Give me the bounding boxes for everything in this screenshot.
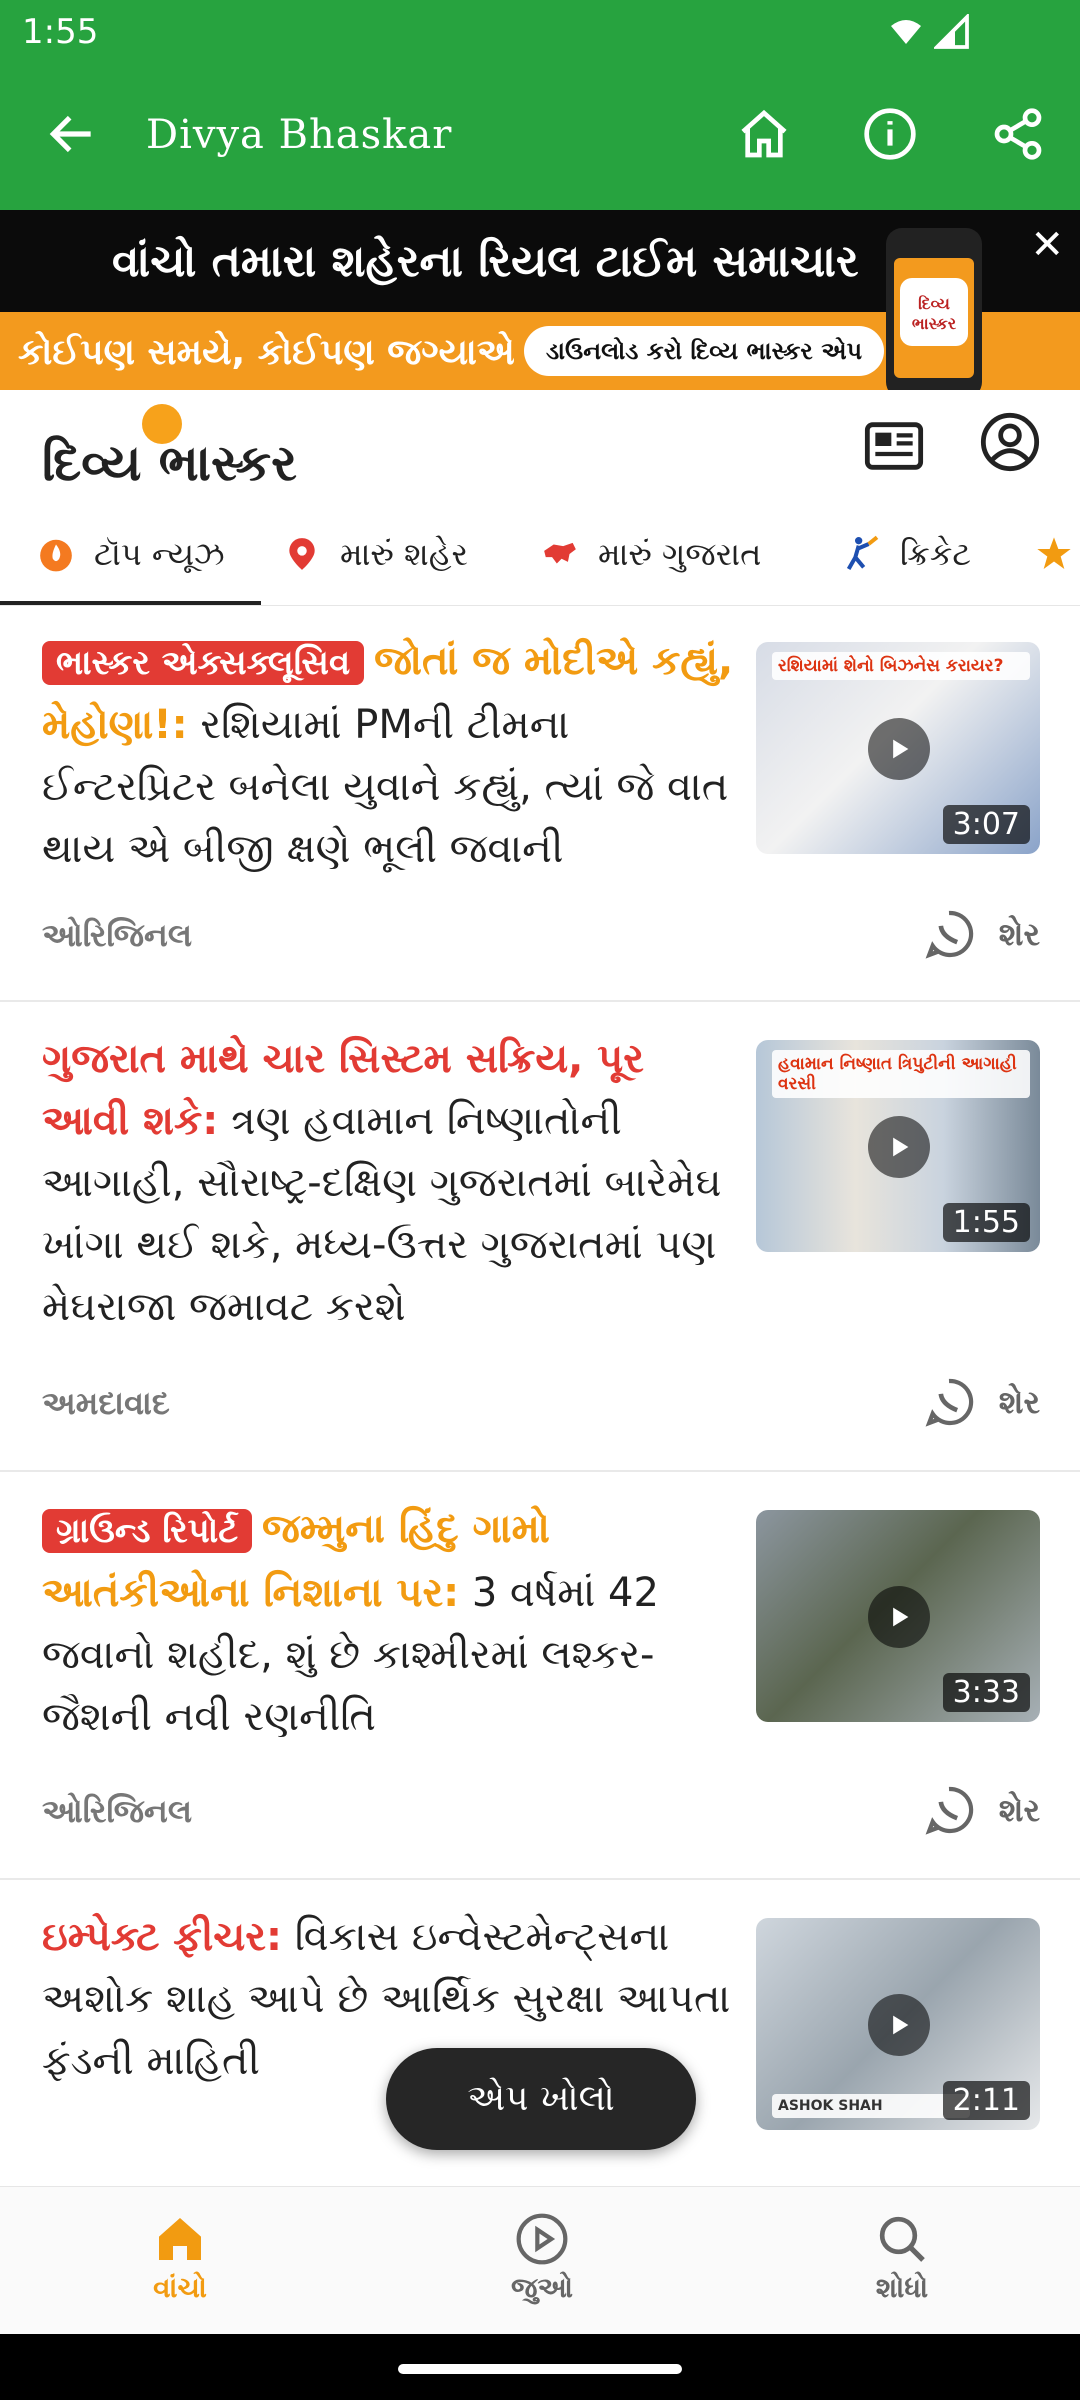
nav-search[interactable]: શોધો [802, 2211, 1002, 2305]
cricket-icon [842, 534, 882, 574]
share-icon [994, 108, 1042, 160]
gujarat-map-icon [540, 534, 580, 574]
article-card[interactable]: ભાસ્કર એક્સક્લૂસિવ જોતાં જ મોદીએ કહ્યું, … [0, 606, 1080, 1002]
status-time: 1:55 [22, 12, 99, 52]
video-duration: 3:33 [942, 1673, 1030, 1712]
category-tabs: ટૉપ ન્યૂઝ મારું શહેર મારું ગુજરાત ક્રિકે… [0, 502, 1080, 606]
article-badge: ભાસ્કર એક્સક્લૂસિવ [42, 641, 365, 685]
tab-cricket[interactable]: ક્રિકેટ [842, 502, 972, 605]
play-icon [868, 1116, 930, 1178]
signal-icon [934, 14, 969, 49]
bottom-navigation: વાંચો જુઓ શોધો [0, 2186, 1080, 2334]
open-app-button[interactable]: એપ ખોલો [386, 2048, 696, 2150]
location-pin-icon [282, 534, 322, 574]
article-card[interactable]: ગુજરાત માથે ચાર સિસ્ટમ સક્રિય, પૂર આવી શ… [0, 1004, 1080, 1472]
video-duration: 1:55 [942, 1203, 1030, 1242]
video-duration: 2:11 [942, 2081, 1030, 2120]
info-icon [864, 108, 916, 160]
home-icon [159, 2218, 201, 2260]
whatsapp-icon [925, 1786, 973, 1835]
article-card[interactable]: ગ્રાઉન્ડ રિપોર્ટ જમ્મુના હિંદુ ગામો આતંકી… [0, 1474, 1080, 1880]
article-headline[interactable]: ભાસ્કર એક્સક્લૂસિવ જોતાં જ મોદીએ કહ્યું, … [42, 630, 742, 880]
promo-banner[interactable]: વાંચો તમારા શહેરના રિયલ ટાઈમ સમાચાર કોઈપ… [0, 210, 1080, 390]
article-headline[interactable]: ગુજરાત માથે ચાર સિસ્ટમ સક્રિય, પૂર આવી શ… [42, 1028, 742, 1338]
brand-row: દિવ્ય ભાસ્કર [0, 390, 1080, 502]
app-title: Divya Bhaskar [146, 112, 453, 158]
home-button[interactable] [732, 102, 796, 166]
play-icon [868, 1586, 930, 1648]
article-thumbnail[interactable]: ASHOK SHAH 2:11 [756, 1918, 1040, 2130]
status-icons [888, 14, 970, 50]
nav-watch[interactable]: જુઓ [442, 2211, 642, 2305]
banner-app-logo: દિવ્ય ભાસ્કર [900, 278, 968, 346]
article-kicker: ઇમ્પેક્ટ ફીચર: [42, 1914, 282, 1960]
banner-subline: કોઈપણ સમયે, કોઈપણ જગ્યાએ [18, 332, 515, 373]
home-outline-icon [741, 109, 787, 158]
wifi-icon [891, 20, 921, 44]
share-label: શેર [998, 1382, 1040, 1421]
epaper-icon[interactable] [862, 414, 926, 478]
app-bar: Divya Bhaskar [0, 62, 1080, 210]
banner-phone-illustration: દિવ્ય ભાસ્કર [886, 228, 982, 390]
search-icon [879, 2216, 925, 2262]
share-label: શેર [998, 914, 1040, 953]
tab-label: ક્રિકેટ [900, 534, 972, 573]
banner-download-button[interactable]: ડાઉનલોડ કરો દિવ્ય ભાસ્કર એપ [524, 326, 885, 376]
article-thumbnail[interactable]: હવામાન નિષ્ણાત ત્રિપુટીની આગાહી વરસી 1:5… [756, 1040, 1040, 1252]
brand-logo: દિવ્ય ભાસ્કર [42, 434, 297, 492]
article-thumbnail[interactable]: 3:33 [756, 1510, 1040, 1722]
thumbnail-caption: રશિયામાં શેનો બિઝનેસ કરાયર? [772, 652, 1030, 680]
tab-label: મારું શહેર [340, 534, 469, 573]
share-button[interactable] [986, 102, 1050, 166]
tab-label: મારું ગુજરાત [598, 534, 762, 573]
play-icon [868, 1994, 930, 2056]
banner-close-icon[interactable]: ✕ [1030, 222, 1064, 268]
article-source: ઓરિજિનલ [42, 916, 193, 954]
nav-label: જુઓ [510, 2271, 574, 2304]
tab-label: ટૉપ ન્યૂઝ [94, 534, 225, 573]
status-bar: 1:55 [0, 0, 1080, 62]
tab-more[interactable] [1034, 502, 1074, 605]
play-icon [868, 718, 930, 780]
share-label: શેર [998, 1790, 1040, 1829]
share-whatsapp-button[interactable]: શેર [921, 1782, 1040, 1838]
article-badge: ગ્રાઉન્ડ રિપોર્ટ [42, 1509, 253, 1553]
banner-headline: વાંચો તમારા શહેરના રિયલ ટાઈમ સમાચાર [112, 236, 859, 287]
thumbnail-caption: ASHOK SHAH [772, 2094, 970, 2118]
nav-read[interactable]: વાંચો [80, 2211, 280, 2305]
tab-my-gujarat[interactable]: મારું ગુજરાત [540, 502, 762, 605]
article-headline[interactable]: ગ્રાઉન્ડ રિપોર્ટ જમ્મુના હિંદુ ગામો આતંકી… [42, 1498, 742, 1748]
whatsapp-icon [925, 1378, 973, 1427]
news-feed[interactable]: ભાસ્કર એક્સક્લૂસિવ જોતાં જ મોદીએ કહ્યું, … [0, 606, 1080, 2186]
nav-label: વાંચો [153, 2271, 207, 2304]
whatsapp-icon [925, 910, 973, 959]
star-icon [1034, 534, 1074, 574]
nav-label: શોધો [875, 2271, 929, 2304]
back-arrow-icon[interactable] [44, 106, 100, 162]
home-gesture-handle[interactable] [398, 2364, 682, 2374]
article-source: અમદાવાદ [42, 1384, 170, 1422]
play-circle-icon [516, 2213, 568, 2265]
info-button[interactable] [858, 102, 922, 166]
share-whatsapp-button[interactable]: શેર [921, 906, 1040, 962]
flame-icon [36, 534, 76, 574]
share-whatsapp-button[interactable]: શેર [921, 1374, 1040, 1430]
account-icon[interactable] [978, 410, 1042, 474]
article-source: ઓરિજિનલ [42, 1792, 193, 1830]
tab-top-news[interactable]: ટૉપ ન્યૂઝ [0, 502, 261, 605]
thumbnail-caption: હવામાન નિષ્ણાત ત્રિપુટીની આગાહી વરસી [772, 1050, 1030, 1098]
tab-my-city[interactable]: મારું શહેર [282, 502, 469, 605]
video-duration: 3:07 [942, 805, 1030, 844]
system-gesture-bar [0, 2334, 1080, 2400]
article-thumbnail[interactable]: રશિયામાં શેનો બિઝનેસ કરાયર? 3:07 [756, 642, 1040, 854]
